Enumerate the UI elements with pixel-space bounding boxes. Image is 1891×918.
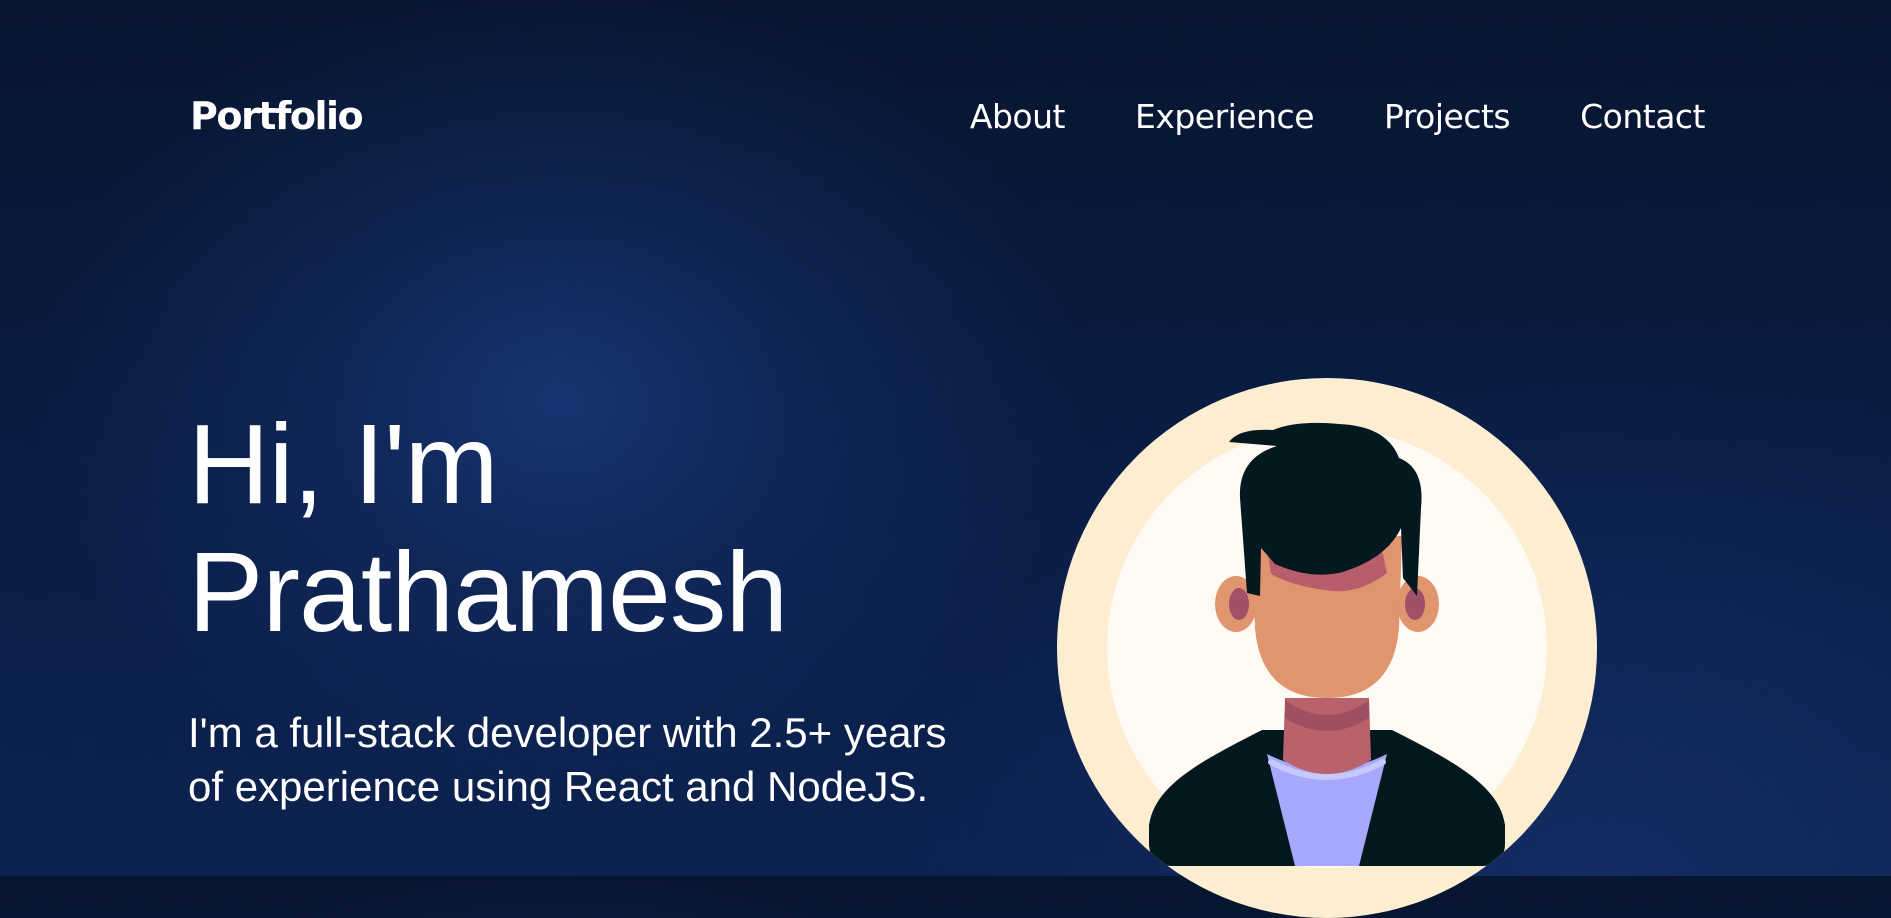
nav-link-about[interactable]: About xyxy=(970,97,1066,136)
hero-description: I'm a full-stack developer with 2.5+ yea… xyxy=(188,709,947,810)
nav-links: About Experience Projects Contact xyxy=(970,97,1706,136)
hero-title: Hi, I'm Prathamesh xyxy=(188,400,988,656)
hero-section: Hi, I'm Prathamesh I'm a full-stack deve… xyxy=(188,400,988,814)
logo-link[interactable]: Portfolio xyxy=(190,94,364,138)
developer-avatar-icon xyxy=(1057,378,1597,918)
nav-link-contact[interactable]: Contact xyxy=(1580,97,1705,136)
nav-link-experience[interactable]: Experience xyxy=(1135,97,1315,136)
navbar: Portfolio About Experience Projects Cont… xyxy=(190,86,1705,146)
nav-link-projects[interactable]: Projects xyxy=(1384,97,1511,136)
hero-greeting: Hi, I'm xyxy=(188,401,499,527)
hero-name: Prathamesh xyxy=(188,528,988,656)
